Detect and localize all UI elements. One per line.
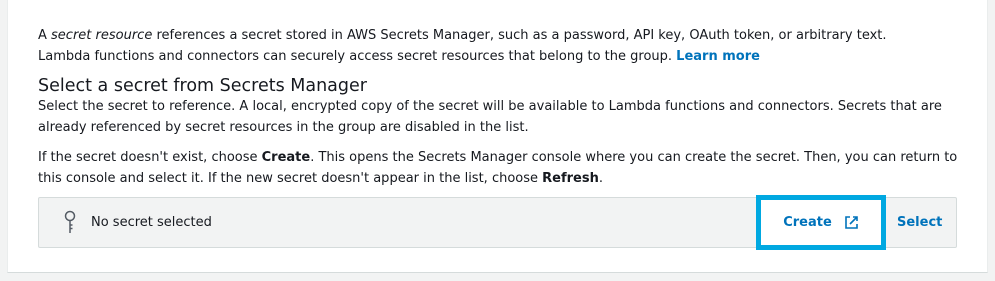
help-text: If the secret doesn't exist, choose Crea… [38,147,963,189]
intro-prefix: A [38,28,52,43]
external-link-icon [844,216,858,229]
key-icon [64,210,76,233]
create-button-label: Create [783,215,832,230]
selected-secret-status: No secret selected [91,215,212,230]
secret-selector: No secret selected Create Select [38,195,957,250]
secret-resource-panel: A secret resource references a secret st… [7,0,988,273]
help-create-word: Create [261,150,311,165]
section-title: Select a secret from Secrets Manager [38,76,367,96]
learn-more-link[interactable]: Learn more [676,49,760,64]
section-description: Select the secret to reference. A local,… [38,99,942,135]
intro-text: A secret resource references a secret st… [38,25,938,67]
help-refresh-word: Refresh [542,171,599,186]
help-part-1: If the secret doesn't exist, choose [38,150,262,165]
create-secret-button[interactable]: Create [756,195,886,250]
help-part-3: . [598,171,603,186]
select-secret-button[interactable]: Select [897,215,942,231]
intro-term: secret resource [51,28,153,43]
